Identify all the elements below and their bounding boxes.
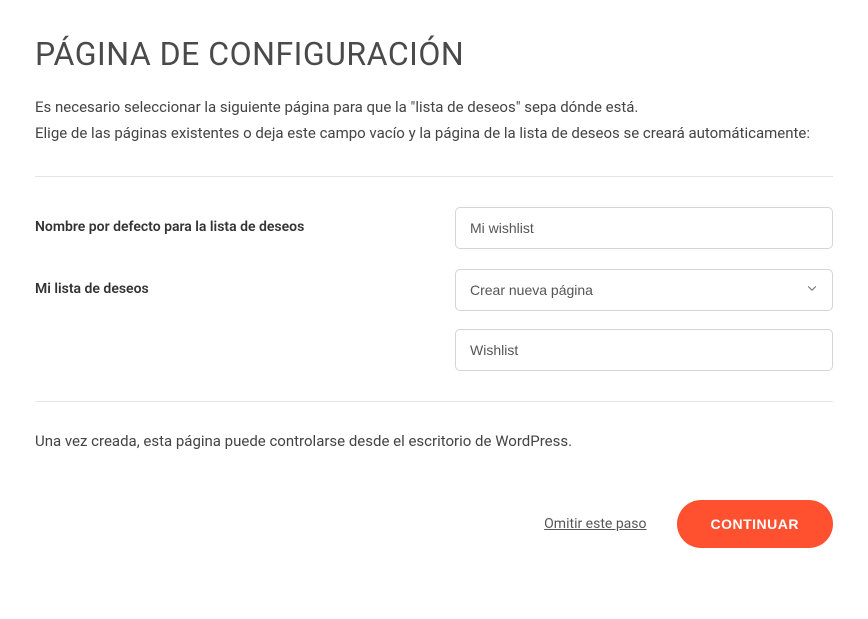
form-row-default-name: Nombre por defecto para la lista de dese… xyxy=(35,207,833,249)
skip-link[interactable]: Omitir este paso xyxy=(544,516,646,532)
wishlist-page-select-wrap: Crear nueva página xyxy=(455,269,833,311)
default-name-input[interactable] xyxy=(455,207,833,249)
description-line-2: Elige de las páginas existentes o deja e… xyxy=(35,121,833,147)
page-title: PÁGINA DE CONFIGURACIÓN xyxy=(35,35,833,73)
default-name-label: Nombre por defecto para la lista de dese… xyxy=(35,207,455,235)
wishlist-page-name-input[interactable] xyxy=(455,329,833,371)
footer-text: Una vez creada, esta página puede contro… xyxy=(35,402,833,500)
wishlist-page-select[interactable]: Crear nueva página xyxy=(455,269,833,311)
continue-button[interactable]: CONTINUAR xyxy=(677,500,834,548)
description-line-1: Es necesario seleccionar la siguiente pá… xyxy=(35,95,833,121)
form-row-wishlist-page: Mi lista de deseos Crear nueva página xyxy=(35,269,833,371)
wishlist-page-label: Mi lista de deseos xyxy=(35,269,455,297)
form-section: Nombre por defecto para la lista de dese… xyxy=(35,177,833,401)
actions-row: Omitir este paso CONTINUAR xyxy=(35,500,833,548)
page-description: Es necesario seleccionar la siguiente pá… xyxy=(35,95,833,146)
